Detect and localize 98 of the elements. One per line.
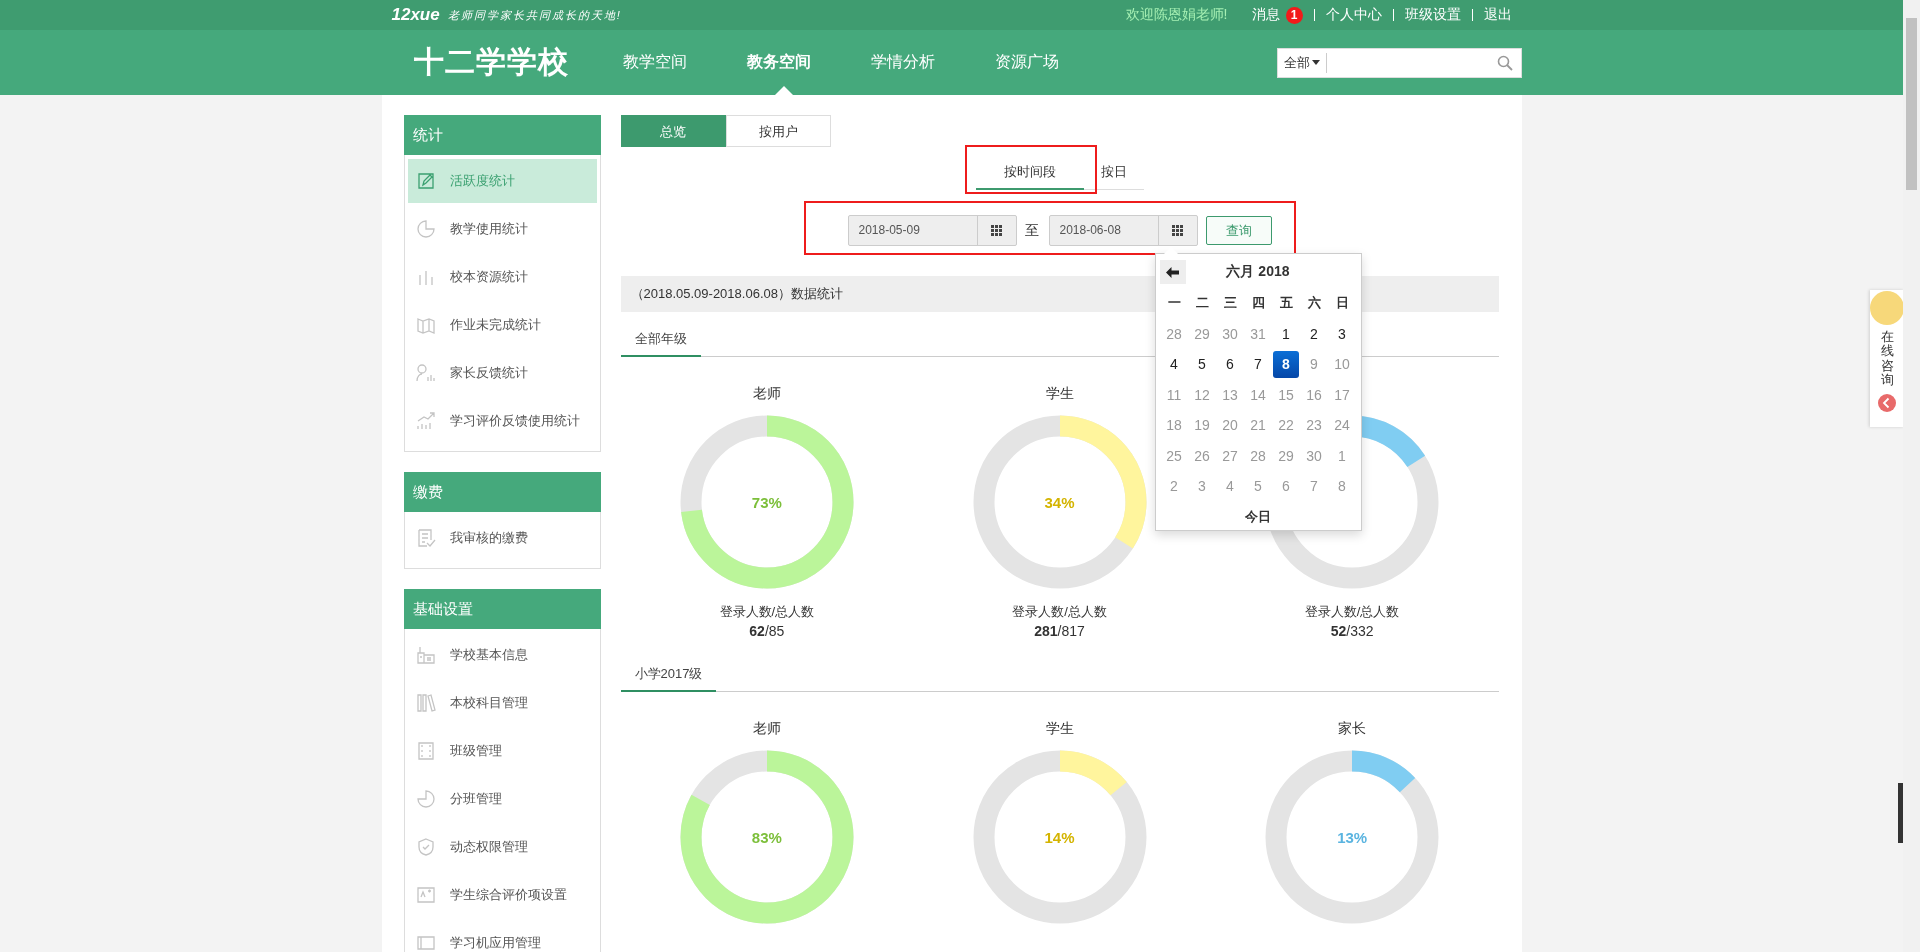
percent-value: 83%	[751, 828, 782, 846]
mascot-avatar	[1869, 290, 1905, 326]
film-strip-icon	[415, 741, 436, 761]
chart-title: 老师	[752, 385, 781, 401]
nav-item[interactable]: 教学空间	[622, 30, 747, 95]
left-arrow-icon	[1166, 266, 1179, 278]
weekday-label: 四	[1250, 294, 1266, 313]
menu-item[interactable]: 学生综合评价项设置	[407, 873, 597, 917]
rising-chart-icon	[415, 411, 436, 431]
menu-item[interactable]: 动态权限管理	[407, 825, 597, 869]
weekday-label: 五	[1278, 294, 1294, 313]
menu-item[interactable]: 学校基本信息	[407, 633, 597, 677]
percent-value: 73%	[751, 493, 782, 511]
day-cell[interactable]: 3	[1329, 320, 1355, 347]
percent-value: 14%	[1044, 828, 1075, 846]
weekday-label: 三	[1222, 294, 1238, 313]
chart-caption: 登录人数/总人数	[719, 603, 815, 621]
chevron-left-icon[interactable]	[1877, 393, 1897, 414]
weekday-label: 日	[1334, 294, 1350, 313]
menu-item[interactable]: 校本资源统计	[407, 255, 597, 299]
top-link[interactable]: 消息	[1251, 6, 1280, 24]
search-icon[interactable]	[1496, 54, 1513, 71]
nav-item[interactable]: 资源广场	[994, 30, 1119, 95]
message-count-badge: 1	[1285, 6, 1303, 24]
summary-text: （2018.05.09-2018.06.08）数据统计	[630, 285, 843, 303]
scope-dropdown[interactable]: 全部	[1277, 52, 1327, 73]
grade-tab[interactable]: 小学2017级	[620, 659, 717, 692]
chart-title: 学生	[1045, 385, 1074, 401]
day-cell[interactable]: 5	[1189, 351, 1215, 378]
menu-item[interactable]: 班级管理	[407, 729, 597, 773]
map-icon	[415, 315, 436, 335]
section-header: 基础设置	[403, 589, 601, 629]
chart-title: 学生	[1045, 720, 1074, 736]
previous-month-button[interactable]	[1159, 260, 1186, 284]
menu-item[interactable]: 教学使用统计	[407, 207, 597, 251]
menu-item[interactable]: 作业未完成统计	[407, 303, 597, 347]
day-cell[interactable]: 4	[1161, 351, 1187, 378]
end-date-field[interactable]: 2018-06-08	[1048, 215, 1198, 246]
books-icon	[415, 693, 436, 713]
view-tab[interactable]: 总览	[620, 115, 726, 147]
tagline: 老师同学家长共同成长的天地!	[447, 7, 622, 23]
menu-item[interactable]: 活跃度统计	[407, 159, 597, 203]
section-header: 缴费	[403, 472, 601, 512]
percent-value: 13%	[1337, 828, 1368, 846]
period-tab[interactable]: 按日	[1083, 155, 1144, 190]
weekday-label: 二	[1194, 294, 1210, 313]
month-title: 六月 2018	[1225, 263, 1291, 281]
today-button[interactable]: 今日	[1157, 507, 1359, 526]
day-cell[interactable]: 1	[1273, 320, 1299, 347]
pie-chart-icon	[415, 219, 436, 239]
menu-item[interactable]: 家长反馈统计	[407, 351, 597, 395]
chart-caption: 登录人数/总人数	[1304, 603, 1400, 621]
login-count: 281/817	[1034, 623, 1085, 639]
percent-value: 34%	[1044, 493, 1075, 511]
menu-item[interactable]: 学习评价反馈使用统计	[407, 399, 597, 443]
weekday-label: 六	[1306, 294, 1322, 313]
view-tab[interactable]: 按用户	[725, 115, 831, 147]
day-cell[interactable]: 2	[1301, 320, 1327, 347]
chart-title: 老师	[752, 720, 781, 736]
school-name: 十二学学校	[413, 44, 570, 80]
query-button[interactable]: 查询	[1205, 216, 1272, 245]
top-link[interactable]: 退出	[1483, 6, 1512, 24]
search-field[interactable]: 全部	[1276, 47, 1522, 78]
tablet-icon	[415, 933, 436, 952]
period-tab[interactable]: 按时间段	[975, 155, 1084, 190]
day-cell[interactable]: 7	[1245, 351, 1271, 378]
top-link[interactable]: 个人中心	[1325, 6, 1382, 24]
menu-item[interactable]: 学习机应用管理	[407, 921, 597, 952]
weekday-label: 一	[1166, 294, 1182, 313]
day-cell[interactable]: 8	[1273, 351, 1299, 378]
consult-label: 在线咨询	[1880, 330, 1894, 388]
welcome-text: 欢迎陈恩娟老师!	[1125, 6, 1228, 24]
day-cell[interactable]: 6	[1217, 351, 1243, 378]
shield-icon	[415, 837, 436, 857]
menu-item[interactable]: 分班管理	[407, 777, 597, 821]
pencil-icon	[415, 171, 436, 191]
section-header: 统计	[403, 115, 601, 155]
image-icon	[415, 885, 436, 905]
consult-widget[interactable]: 在线咨询	[1870, 290, 1904, 427]
top-link[interactable]: 班级设置	[1404, 6, 1461, 24]
caret-icon[interactable]	[1311, 60, 1320, 65]
chart-caption: 登录人数/总人数	[1012, 603, 1107, 621]
pie-chart-icon	[415, 789, 436, 809]
calendar-grid-icon[interactable]	[1172, 225, 1183, 236]
chart-title: 家长	[1338, 720, 1367, 736]
start-date-field[interactable]: 2018-05-09	[847, 215, 1017, 246]
login-count: 52/332	[1330, 623, 1374, 639]
range-separator: 至	[1024, 221, 1039, 240]
nav-item[interactable]: 学情分析	[870, 30, 995, 95]
menu-item[interactable]: 我审核的缴费	[407, 516, 597, 560]
receipt-icon	[415, 528, 436, 548]
menu-item[interactable]: 本校科目管理	[407, 681, 597, 725]
calendar-grid-icon[interactable]	[991, 225, 1002, 236]
building-icon	[415, 645, 436, 665]
person-chart-icon	[415, 363, 436, 383]
login-count: 62/85	[749, 623, 785, 639]
grade-tab[interactable]: 全部年级	[620, 324, 701, 357]
logo[interactable]: 12xue	[391, 5, 440, 25]
